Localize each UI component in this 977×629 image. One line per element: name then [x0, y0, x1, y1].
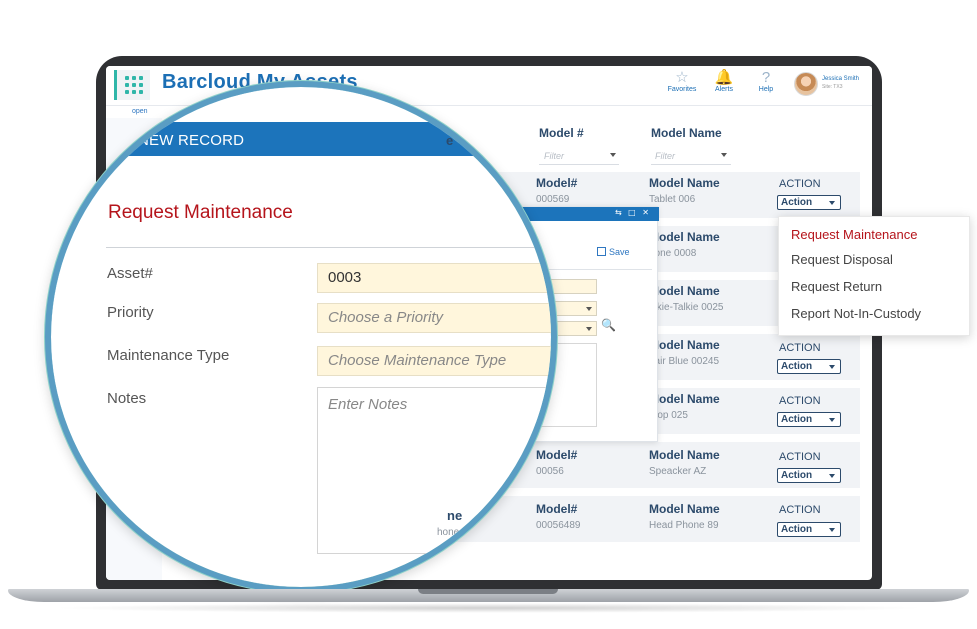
- form-divider: [106, 247, 551, 248]
- cell-name-label: Model Name: [649, 338, 720, 352]
- action-select[interactable]: Action: [777, 195, 841, 210]
- alerts-button[interactable]: 🔔 Alerts: [704, 69, 744, 94]
- column-header-model-name[interactable]: Model Name: [651, 126, 722, 140]
- save-icon: [597, 247, 606, 256]
- laptop-shadow: [50, 603, 927, 613]
- cell-name-value: Tablet 006: [649, 194, 696, 205]
- action-select-label: Action: [781, 470, 813, 481]
- cell-name-value: Speacker AZ: [649, 466, 707, 477]
- menu-item-request-return[interactable]: Request Return: [791, 279, 882, 294]
- menu-item-request-disposal[interactable]: Request Disposal: [791, 252, 893, 267]
- row-fragment: ne: [447, 508, 463, 523]
- action-select[interactable]: Action: [777, 522, 841, 537]
- action-header: ACTION: [779, 342, 821, 354]
- chevron-down-icon: [721, 153, 727, 157]
- row-fragment-value: hone 89: [437, 527, 474, 538]
- chevron-down-icon: [829, 418, 835, 422]
- chevron-down-icon: [586, 327, 592, 331]
- save-button[interactable]: Save: [597, 247, 630, 257]
- action-header: ACTION: [779, 178, 821, 190]
- cell-name-value: hair Blue 00245: [649, 356, 720, 367]
- notes-placeholder: Enter Notes: [328, 396, 408, 413]
- chevron-down-icon: [829, 201, 835, 205]
- chevron-down-icon: [610, 153, 616, 157]
- cell-name-label: Model Name: [649, 230, 720, 244]
- star-icon: ☆: [675, 69, 689, 86]
- help-label: Help: [758, 86, 774, 93]
- favorites-label: Favorites: [667, 86, 697, 93]
- user-site: Site: TX3: [822, 84, 843, 90]
- form-title: Request Maintenance: [108, 202, 293, 223]
- maintenance-type-placeholder: Choose Maintenance Type: [328, 352, 507, 369]
- chevron-down-icon: [829, 528, 835, 532]
- action-select[interactable]: Action: [777, 412, 841, 427]
- help-icon: ?: [761, 69, 771, 86]
- cell-name-label: Model Name: [649, 392, 720, 406]
- action-menu: Request Maintenance Request Disposal Req…: [778, 216, 970, 336]
- search-icon[interactable]: 🔍: [601, 318, 616, 332]
- action-header: ACTION: [779, 451, 821, 463]
- menu-item-report-not-in-custody[interactable]: Report Not-In-Custody: [791, 306, 921, 321]
- cell-name-value: alkie-Talkie 0025: [649, 302, 724, 313]
- user-menu[interactable]: Jessica Smith Site: TX3: [794, 72, 872, 98]
- chevron-down-icon: [829, 474, 835, 478]
- window-controls[interactable]: ⇆ □ ✕: [615, 208, 651, 217]
- action-header: ACTION: [779, 395, 821, 407]
- maintenance-type-select[interactable]: Choose Maintenance Type: [317, 346, 551, 376]
- action-select-label: Action: [781, 197, 813, 208]
- priority-label: Priority: [107, 304, 154, 321]
- bell-icon: 🔔: [714, 69, 734, 86]
- filter-model-name[interactable]: Filter: [655, 151, 727, 161]
- asset-label: Asset#: [107, 265, 153, 282]
- action-select[interactable]: Action: [777, 359, 841, 374]
- magnified-content: NEW RECORD e Request Maintenance Asset# …: [51, 87, 551, 587]
- column-fragment: e: [446, 133, 454, 148]
- save-label: Save: [609, 247, 630, 257]
- cell-name-label: Model Name: [649, 176, 720, 190]
- magnifier-lens: NEW RECORD e Request Maintenance Asset# …: [45, 81, 557, 593]
- action-header: ACTION: [779, 504, 821, 516]
- cell-name-label: Model Name: [649, 502, 720, 516]
- avatar: [794, 72, 818, 96]
- notes-label: Notes: [107, 390, 147, 407]
- menu-item-request-maintenance[interactable]: Request Maintenance: [791, 227, 917, 242]
- user-name: Jessica Smith: [822, 76, 860, 82]
- action-select-label: Action: [781, 361, 813, 372]
- action-select-label: Action: [781, 414, 813, 425]
- favorites-button[interactable]: ☆ Favorites: [662, 69, 702, 94]
- maintenance-type-label: Maintenance Type: [107, 347, 230, 364]
- filter-placeholder: Filter: [655, 151, 675, 161]
- new-record-bar: [51, 122, 527, 156]
- cell-name-label: Model Name: [649, 448, 720, 462]
- filter-underline: [539, 164, 619, 165]
- cell-name-label: Model Name: [649, 284, 720, 298]
- filter-underline: [651, 164, 731, 165]
- laptop-notch: [418, 589, 558, 594]
- stage: Barcloud My Assets ☆ Favorites 🔔 Alerts …: [0, 0, 977, 629]
- cell-name-value: Head Phone 89: [649, 520, 719, 531]
- priority-placeholder: Choose a Priority: [328, 309, 444, 326]
- help-button[interactable]: ? Help: [746, 69, 786, 94]
- action-select[interactable]: Action: [777, 468, 841, 483]
- new-record-title: NEW RECORD: [138, 132, 245, 149]
- chevron-down-icon: [586, 307, 592, 311]
- priority-select[interactable]: Choose a Priority: [317, 303, 551, 333]
- asset-field[interactable]: 0003: [317, 263, 551, 293]
- alerts-label: Alerts: [715, 86, 733, 93]
- action-select-label: Action: [781, 524, 813, 535]
- chevron-down-icon: [829, 365, 835, 369]
